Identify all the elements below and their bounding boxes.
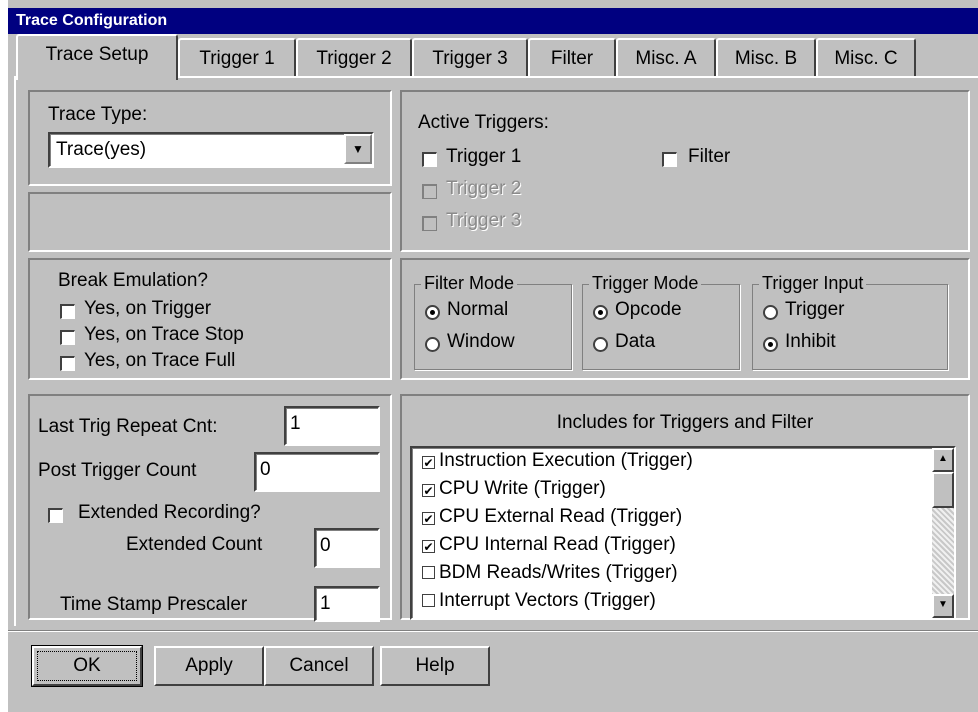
trace-configuration-window: Trace Configuration Trace Setup Trigger …	[6, 0, 978, 712]
active-triggers-label: Active Triggers:	[418, 112, 549, 133]
list-item[interactable]: ✔ CPU Write (Trigger)	[422, 478, 606, 500]
break-on-trace-full-label: Yes, on Trace Full	[84, 350, 236, 371]
extended-recording-label: Extended Recording?	[78, 502, 261, 523]
break-emulation-panel: Break Emulation? Yes, on Trigger Yes, on…	[28, 258, 392, 380]
active-triggers-panel: Active Triggers: Trigger 1 Trigger 2 Tri…	[400, 90, 970, 252]
trigger-2-checkbox	[422, 184, 437, 199]
window-title: Trace Configuration	[8, 8, 978, 34]
filter-mode-group: Filter Mode Normal Window	[414, 273, 572, 370]
trace-type-select[interactable]: Trace(yes) ▼	[48, 132, 374, 168]
list-item[interactable]: Interrupt Vectors (Trigger)	[422, 590, 656, 612]
unchecked-checkbox-icon[interactable]	[422, 566, 435, 579]
tab-filter[interactable]: Filter	[528, 38, 616, 78]
tab-trigger-3[interactable]: Trigger 3	[412, 38, 528, 78]
filter-mode-title: Filter Mode	[421, 273, 518, 294]
empty-panel	[28, 192, 392, 252]
trigger-input-trigger-label: Trigger	[785, 299, 845, 320]
filter-mode-window-label: Window	[447, 331, 515, 352]
chevron-down-icon[interactable]: ▼	[344, 134, 372, 164]
trigger-mode-data-radio[interactable]	[593, 337, 608, 352]
list-item[interactable]: ✔ CPU Internal Read (Trigger)	[422, 534, 676, 556]
break-on-trigger-label: Yes, on Trigger	[84, 298, 212, 319]
trigger-input-title: Trigger Input	[759, 273, 867, 294]
scroll-up-arrow-icon[interactable]: ▲	[932, 448, 954, 472]
post-trigger-count-label: Post Trigger Count	[38, 460, 197, 481]
trigger-mode-data-label: Data	[615, 331, 656, 352]
trace-type-label: Trace Type:	[48, 104, 148, 125]
unchecked-checkbox-icon[interactable]	[422, 594, 435, 607]
trigger-3-checkbox	[422, 216, 437, 231]
trigger-input-inhibit-label: Inhibit	[785, 331, 836, 352]
filter-checkbox[interactable]	[662, 152, 677, 167]
trigger-mode-opcode-label: Opcode	[615, 299, 682, 320]
tab-misc-a[interactable]: Misc. A	[616, 38, 716, 78]
trace-type-panel: Trace Type: Trace(yes) ▼	[28, 90, 392, 186]
break-on-trace-stop-checkbox[interactable]	[60, 330, 75, 345]
scrollbar[interactable]: ▲ ▼	[932, 448, 954, 618]
checked-checkbox-icon[interactable]: ✔	[422, 484, 435, 497]
includes-panel: Includes for Triggers and Filter ✔ Instru…	[400, 394, 970, 620]
last-trig-repeat-label: Last Trig Repeat Cnt:	[38, 416, 218, 437]
checked-checkbox-icon[interactable]: ✔	[422, 512, 435, 525]
extended-recording-checkbox[interactable]	[48, 508, 63, 523]
filter-mode-normal-label: Normal	[447, 299, 509, 320]
last-trig-repeat-input[interactable]: 1	[284, 406, 380, 446]
includes-list[interactable]: ✔ Instruction Execution (Trigger) ✔ CPU Wr…	[410, 446, 956, 620]
tab-trigger-2[interactable]: Trigger 2	[296, 38, 412, 78]
filter-label: Filter	[688, 146, 731, 167]
tab-trace-setup[interactable]: Trace Setup	[16, 34, 178, 80]
timestamp-prescaler-label: Time Stamp Prescaler	[60, 594, 248, 615]
break-on-trigger-checkbox[interactable]	[60, 304, 75, 319]
counts-panel: Last Trig Repeat Cnt: 1 Post Trigger Cou…	[28, 394, 392, 622]
mode-panel: Filter Mode Normal Window Trigger Mode O…	[400, 258, 970, 380]
list-item[interactable]: BDM Reads/Writes (Trigger)	[422, 562, 678, 584]
help-button[interactable]: Help	[380, 646, 490, 686]
trigger-mode-title: Trigger Mode	[589, 273, 702, 294]
includes-title: Includes for Triggers and Filter	[556, 412, 814, 433]
trigger-input-inhibit-radio[interactable]	[763, 337, 778, 352]
checked-checkbox-icon[interactable]: ✔	[422, 456, 435, 469]
trigger-1-checkbox[interactable]	[422, 152, 437, 167]
break-on-trace-full-checkbox[interactable]	[60, 356, 75, 371]
scrollbar-thumb[interactable]	[932, 472, 954, 508]
ok-button[interactable]: OK	[31, 645, 143, 687]
list-item[interactable]: ✔ Instruction Execution (Trigger)	[422, 450, 693, 472]
apply-button[interactable]: Apply	[154, 646, 264, 686]
trigger-1-label: Trigger 1	[446, 146, 522, 167]
extended-count-input[interactable]: 0	[314, 528, 380, 568]
tab-trigger-1[interactable]: Trigger 1	[178, 38, 296, 78]
cancel-button[interactable]: Cancel	[264, 646, 374, 686]
checked-checkbox-icon[interactable]: ✔	[422, 540, 435, 553]
break-emulation-label: Break Emulation?	[58, 270, 208, 291]
footer-divider	[8, 630, 978, 632]
tab-misc-c[interactable]: Misc. C	[816, 38, 916, 78]
trigger-mode-group: Trigger Mode Opcode Data	[582, 273, 740, 370]
filter-mode-window-radio[interactable]	[425, 337, 440, 352]
trigger-3-label: Trigger 3	[446, 210, 522, 231]
scroll-down-arrow-icon[interactable]: ▼	[932, 594, 954, 618]
filter-mode-normal-radio[interactable]	[425, 305, 440, 320]
trace-type-value: Trace(yes)	[56, 139, 147, 160]
trigger-input-trigger-radio[interactable]	[763, 305, 778, 320]
tab-misc-b[interactable]: Misc. B	[716, 38, 816, 78]
extended-count-label: Extended Count	[126, 534, 263, 555]
trigger-2-label: Trigger 2	[446, 178, 522, 199]
list-item[interactable]: ✔ CPU External Read (Trigger)	[422, 506, 682, 528]
post-trigger-count-input[interactable]: 0	[254, 452, 380, 492]
trigger-mode-opcode-radio[interactable]	[593, 305, 608, 320]
timestamp-prescaler-input[interactable]: 1	[314, 586, 380, 622]
break-on-trace-stop-label: Yes, on Trace Stop	[84, 324, 244, 345]
trigger-input-group: Trigger Input Trigger Inhibit	[752, 273, 948, 370]
